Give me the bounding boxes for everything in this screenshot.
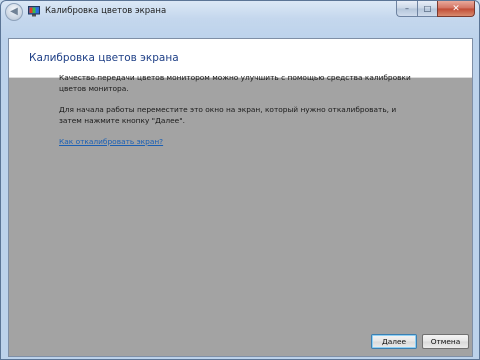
caption-buttons: – □ ✕	[396, 1, 475, 17]
page-title: Калибровка цветов экрана	[29, 52, 179, 64]
display-color-icon	[28, 6, 40, 17]
title-bar[interactable]: ◀ Калибровка цветов экрана – □ ✕	[1, 1, 479, 23]
content-area: Качество передачи цветов монитором можно…	[59, 73, 419, 159]
window-title: Калибровка цветов экрана	[45, 6, 167, 16]
minimize-button[interactable]: –	[396, 1, 417, 17]
intro-text: Качество передачи цветов монитором можно…	[59, 73, 411, 93]
back-button[interactable]: ◀	[5, 3, 23, 21]
close-button[interactable]: ✕	[437, 1, 475, 17]
instruction-text: Для начала работы переместите это окно н…	[59, 105, 397, 125]
cancel-button[interactable]: Отмена	[422, 334, 469, 349]
next-button[interactable]: Далее	[371, 334, 417, 349]
back-arrow-icon: ◀	[10, 6, 18, 17]
calibration-window: ◀ Калибровка цветов экрана – □ ✕ Калибро…	[0, 0, 480, 360]
maximize-button[interactable]: □	[417, 1, 437, 17]
help-link[interactable]: Как откалибровать экран?	[59, 137, 163, 146]
